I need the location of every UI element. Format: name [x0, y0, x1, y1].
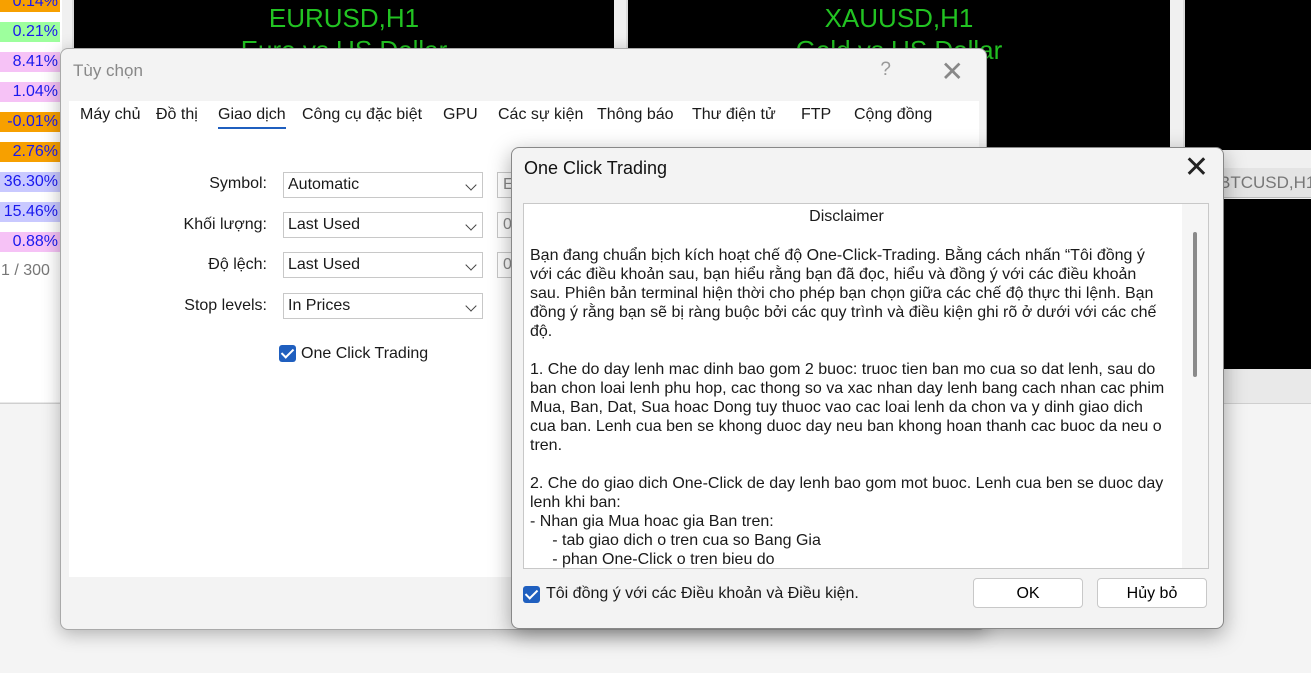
agree-checkbox[interactable]: [523, 586, 540, 603]
tab-ftp[interactable]: FTP: [801, 106, 831, 124]
market-watch-change: 15.46%: [0, 202, 60, 222]
disclaimer-title: Disclaimer: [809, 208, 884, 225]
market-watch-change: -0.01%: [0, 112, 60, 132]
chevron-down-icon: [465, 259, 477, 271]
chart-symbol: XAUUSD,H1: [824, 3, 974, 33]
disclaimer-scrollbar[interactable]: [1182, 204, 1208, 568]
chart-btcusd-area: [1213, 199, 1311, 369]
market-watch: 0.14% 0.21% 8.41% 1.04% -0.01% 2.76% 36.…: [0, 0, 62, 402]
market-watch-change: 2.76%: [0, 142, 60, 162]
chevron-down-icon: [465, 179, 477, 191]
stop-levels-select[interactable]: In Prices: [283, 293, 483, 319]
one-click-dialog: One Click Trading ✕ Disclaimer Bạn đang …: [511, 147, 1224, 629]
tab-expert-advisors[interactable]: Công cụ đặc biệt: [302, 106, 422, 124]
deviation-select-value: Last Used: [288, 256, 361, 273]
stop-levels-label: Stop levels:: [184, 297, 267, 314]
tab-notifications[interactable]: Thông báo: [597, 106, 674, 124]
tab-server[interactable]: Máy chủ: [80, 106, 140, 124]
tab-events[interactable]: Các sự kiện: [498, 106, 583, 124]
help-icon[interactable]: ?: [880, 59, 891, 81]
symbol-label: Symbol:: [209, 175, 267, 192]
close-icon[interactable]: ✕: [1184, 150, 1209, 185]
market-watch-change: 1.04%: [0, 82, 60, 102]
ok-button[interactable]: OK: [973, 578, 1083, 608]
chevron-down-icon: [465, 300, 477, 312]
close-icon[interactable]: ✕: [941, 55, 964, 88]
disclaimer-text: Bạn đang chuẩn bịch kích hoạt chế độ One…: [530, 247, 1165, 568]
volume-label: Khối lượng:: [183, 216, 267, 233]
deviation-label: Độ lệch:: [208, 256, 267, 273]
tab-charts[interactable]: Đồ thị: [156, 106, 198, 124]
market-watch-change: 0.21%: [0, 22, 60, 42]
chevron-down-icon: [465, 219, 477, 231]
market-watch-change: 0.14%: [0, 0, 60, 12]
tab-community[interactable]: Cộng đồng: [854, 106, 932, 124]
market-watch-change: 8.41%: [0, 52, 60, 72]
agree-label[interactable]: Tôi đồng ý với các Điều khoản và Điều ki…: [546, 585, 859, 603]
chart-symbol: EURUSD,H1: [268, 3, 420, 33]
stop-levels-select-value: In Prices: [288, 297, 351, 314]
one-click-trading-label[interactable]: One Click Trading: [301, 345, 428, 363]
tab-gpu[interactable]: GPU: [443, 106, 478, 124]
market-watch-counter: 1 / 300: [1, 262, 50, 279]
market-watch-change: 36.30%: [0, 172, 60, 192]
tab-trade[interactable]: Giao dịch: [218, 106, 286, 129]
volume-select-value: Last Used: [288, 216, 361, 233]
chart-btcusd-title[interactable]: BTCUSD,H1: [1213, 168, 1311, 198]
symbol-select-value: Automatic: [288, 176, 360, 193]
market-watch-change: 0.88%: [0, 232, 60, 252]
chart-btcusd[interactable]: [1183, 0, 1311, 150]
deviation-select[interactable]: Last Used: [283, 252, 483, 278]
symbol-select[interactable]: Automatic: [283, 172, 483, 198]
options-tabs: Máy chủ Đồ thị Giao dịch Công cụ đặc biệ…: [69, 101, 979, 137]
one-click-trading-checkbox[interactable]: [279, 345, 296, 362]
one-click-dialog-title: One Click Trading: [524, 158, 668, 178]
scrollbar-thumb[interactable]: [1193, 232, 1197, 377]
disclaimer-box[interactable]: Disclaimer Bạn đang chuẩn bịch kích hoạt…: [523, 203, 1209, 569]
tab-email[interactable]: Thư điện tử: [692, 106, 776, 124]
volume-select[interactable]: Last Used: [283, 212, 483, 238]
options-dialog-title: Tùy chọn: [73, 61, 143, 80]
cancel-button[interactable]: Hủy bỏ: [1097, 578, 1207, 608]
